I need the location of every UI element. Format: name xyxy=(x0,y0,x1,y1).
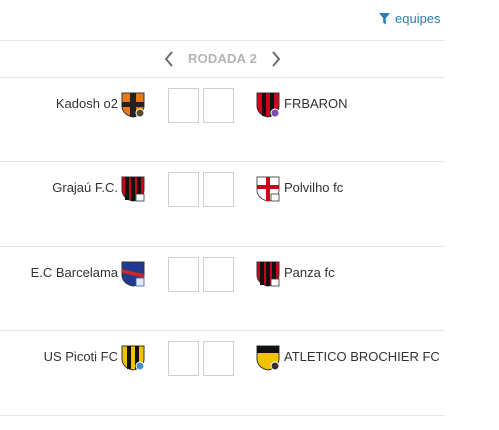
home-team-name[interactable]: Kadosh o2 xyxy=(56,96,118,111)
team-shield-icon xyxy=(256,92,280,118)
chevron-right-icon xyxy=(272,50,281,67)
away-team-name[interactable]: FRBARON xyxy=(284,96,348,111)
match-row: US Picoti FC ATLETICO BROCHIER FC xyxy=(0,331,445,415)
match-row: Grajaú F.C. Polvilho fc xyxy=(0,162,445,246)
team-shield-icon xyxy=(121,176,145,202)
team-shield-icon xyxy=(256,345,280,371)
chevron-left-icon xyxy=(164,50,173,67)
round-navigation: RODADA 2 xyxy=(0,40,445,77)
divider xyxy=(0,415,445,416)
next-round-button[interactable] xyxy=(269,50,283,68)
match-row: E.C Barcelama Panza fc xyxy=(0,247,445,331)
home-team-name[interactable]: US Picoti FC xyxy=(44,349,118,364)
away-score-input[interactable] xyxy=(203,257,234,292)
team-shield-icon xyxy=(121,92,145,118)
team-shield-icon xyxy=(256,176,280,202)
home-score-input[interactable] xyxy=(168,172,199,207)
team-shield-icon xyxy=(256,261,280,287)
away-score-input[interactable] xyxy=(203,341,234,376)
filter-label: equipes xyxy=(395,11,441,26)
previous-round-button[interactable] xyxy=(162,50,176,68)
home-score-input[interactable] xyxy=(168,257,199,292)
team-shield-icon xyxy=(121,261,145,287)
match-row: Kadosh o2 FRBARON xyxy=(0,78,445,162)
away-team-name[interactable]: Panza fc xyxy=(284,265,335,280)
home-team-name[interactable]: E.C Barcelama xyxy=(31,265,118,280)
away-team-name[interactable]: ATLETICO BROCHIER FC xyxy=(284,349,440,364)
team-shield-icon xyxy=(121,345,145,371)
round-label: RODADA 2 xyxy=(187,51,257,66)
away-score-input[interactable] xyxy=(203,172,234,207)
filter-teams-link[interactable]: equipes xyxy=(379,11,441,26)
home-team-name[interactable]: Grajaú F.C. xyxy=(52,180,118,195)
home-score-input[interactable] xyxy=(168,88,199,123)
home-score-input[interactable] xyxy=(168,341,199,376)
away-team-name[interactable]: Polvilho fc xyxy=(284,180,343,195)
away-score-input[interactable] xyxy=(203,88,234,123)
filter-icon xyxy=(379,12,390,24)
